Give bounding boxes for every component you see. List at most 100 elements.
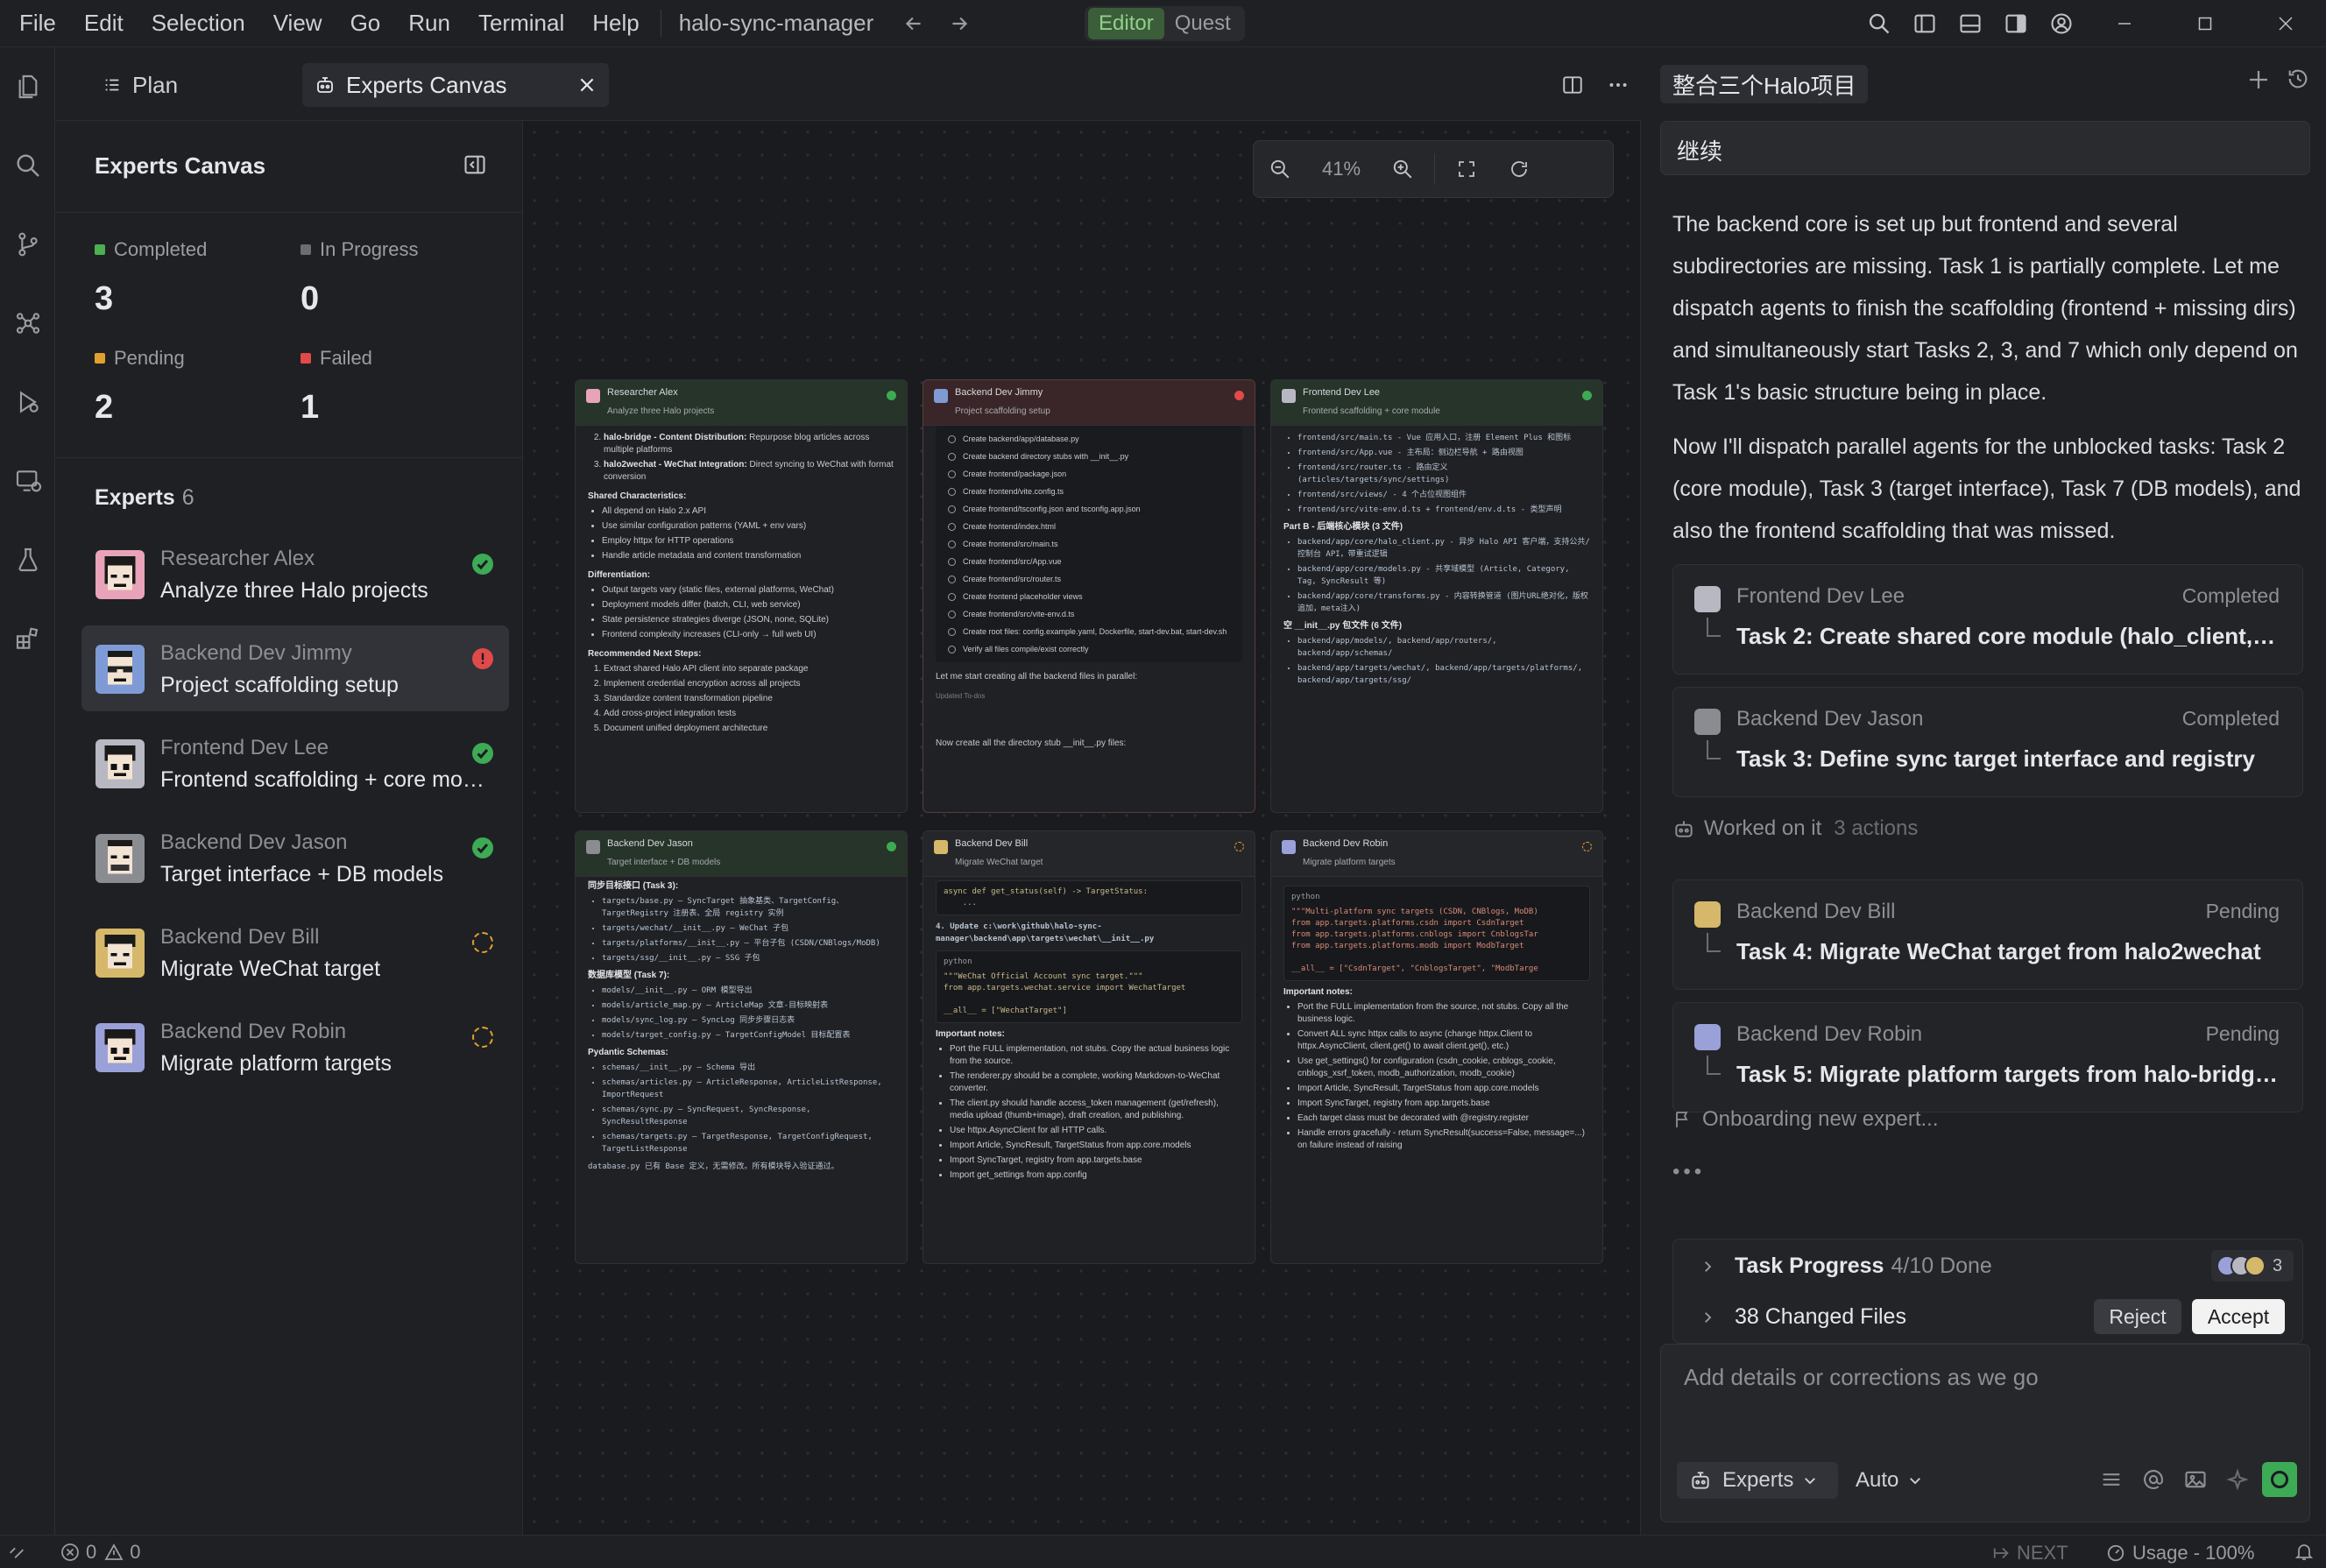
- search-icon[interactable]: [0, 126, 55, 205]
- list-item: Add cross-project integration tests: [604, 708, 894, 720]
- experts-canvas[interactable]: [523, 121, 1641, 1535]
- list-item: backend/app/targets/wechat/, backend/app…: [1297, 662, 1590, 687]
- zoom-out-icon[interactable]: [1254, 140, 1306, 198]
- image-upload-icon[interactable]: [2183, 1467, 2208, 1492]
- split-editor-icon[interactable]: [1550, 63, 1595, 107]
- reject-button[interactable]: Reject: [2094, 1299, 2181, 1334]
- avatar: [95, 1023, 145, 1072]
- context-list-icon[interactable]: [2099, 1467, 2124, 1492]
- list-item: Convert ALL sync httpx calls to async (c…: [1297, 1028, 1590, 1053]
- expert-card-jason[interactable]: Backend Dev Jason Target interface + DB …: [575, 830, 908, 1264]
- expert-item-jimmy[interactable]: Backend Dev Jimmy Project scaffolding se…: [81, 625, 509, 711]
- menu-edit[interactable]: Edit: [70, 10, 138, 37]
- back-arrow-icon[interactable]: [898, 8, 930, 39]
- task-card-bill[interactable]: Backend Dev Bill Pending Task 4: Migrate…: [1672, 879, 2303, 990]
- toggle-secondary-sidebar-icon[interactable]: [1993, 1, 2039, 46]
- stat-in-progress-value: 0: [300, 280, 320, 317]
- todo-item: Create root files: config.example.yaml, …: [948, 625, 1242, 638]
- mention-at-icon[interactable]: [2141, 1467, 2166, 1492]
- search-icon[interactable]: [1856, 1, 1902, 46]
- expert-card-robin[interactable]: Backend Dev Robin Migrate platform targe…: [1270, 830, 1603, 1264]
- remote-connection-icon[interactable]: [7, 1542, 26, 1561]
- history-icon[interactable]: [2286, 67, 2310, 91]
- expert-item-bill[interactable]: Backend Dev Bill Migrate WeChat target: [81, 909, 509, 995]
- changed-files-row[interactable]: 38 Changed Files: [1700, 1304, 1906, 1330]
- task-card-lee[interactable]: Frontend Dev Lee Completed Task 2: Creat…: [1672, 564, 2303, 675]
- menu-view[interactable]: View: [259, 10, 336, 37]
- collapse-panel-icon[interactable]: [463, 152, 487, 177]
- expert-item-lee[interactable]: Frontend Dev Lee Frontend scaffolding + …: [81, 720, 509, 806]
- task-card-jason[interactable]: Backend Dev Jason Completed Task 3: Defi…: [1672, 687, 2303, 797]
- forward-arrow-icon[interactable]: [944, 8, 975, 39]
- model-auto-dropdown[interactable]: Auto: [1849, 1462, 1936, 1499]
- chat-input-box[interactable]: Add details or corrections as we go Expe…: [1660, 1344, 2310, 1522]
- list-item: targets/ssg/__init__.py — SSG 子包: [602, 952, 894, 964]
- remote-explorer-icon[interactable]: [0, 441, 55, 520]
- list-item: models/sync_log.py — SyncLog 同步步骤日志表: [602, 1014, 894, 1027]
- toggle-sidebar-icon[interactable]: [1902, 1, 1948, 46]
- editor-mode-button[interactable]: Editor: [1088, 8, 1164, 39]
- expert-task: Migrate WeChat target: [160, 957, 381, 981]
- run-debug-icon[interactable]: [0, 363, 55, 441]
- tab-experts-canvas[interactable]: Experts Canvas: [302, 63, 609, 107]
- updated-todos-note: Updated To-dos: [936, 692, 986, 700]
- expert-item-jason[interactable]: Backend Dev Jason Target interface + DB …: [81, 815, 509, 901]
- status-bar: 0 0 NEXT Usage - 100%: [0, 1535, 2326, 1568]
- menu-terminal[interactable]: Terminal: [464, 10, 578, 37]
- tab-plan[interactable]: Plan: [90, 63, 190, 107]
- menu-help[interactable]: Help: [578, 10, 653, 37]
- onboarding-label: Onboarding new expert...: [1702, 1107, 1939, 1131]
- expert-item-robin[interactable]: Backend Dev Robin Migrate platform targe…: [81, 1004, 509, 1090]
- experts-mode-dropdown[interactable]: Experts: [1677, 1462, 1838, 1499]
- toggle-panel-icon[interactable]: [1948, 1, 1993, 46]
- zoom-in-icon[interactable]: [1376, 140, 1429, 198]
- explorer-icon[interactable]: [0, 47, 55, 126]
- expert-task: Frontend scaffolding + core modules: [160, 767, 484, 792]
- list-item: frontend/src/vite-env.d.ts + frontend/en…: [1297, 504, 1590, 516]
- expert-card-bill[interactable]: Backend Dev Bill Migrate WeChat target a…: [923, 830, 1255, 1264]
- close-tab-icon[interactable]: [577, 75, 597, 95]
- error-icon: [60, 1542, 81, 1563]
- next-indicator[interactable]: NEXT: [1992, 1542, 2068, 1564]
- task-progress-row[interactable]: Task Progress 4/10 Done: [1700, 1254, 1992, 1279]
- quest-mode-button[interactable]: Quest: [1164, 8, 1241, 39]
- menu-selection[interactable]: Selection: [138, 10, 259, 37]
- account-icon[interactable]: [2039, 1, 2084, 46]
- source-control-icon[interactable]: [0, 205, 55, 284]
- expert-card-lee[interactable]: Frontend Dev Lee Frontend scaffolding + …: [1270, 379, 1603, 813]
- task-card-robin[interactable]: Backend Dev Robin Pending Task 5: Migrat…: [1672, 1002, 2303, 1112]
- menu-file[interactable]: File: [5, 10, 70, 37]
- expert-avatar-stack[interactable]: 3: [2211, 1250, 2294, 1282]
- menu-go[interactable]: Go: [336, 10, 395, 37]
- new-chat-icon[interactable]: [2245, 67, 2272, 93]
- maximize-icon[interactable]: [2165, 0, 2245, 47]
- avatar: [1694, 709, 1721, 735]
- problems-indicator[interactable]: 0 0: [60, 1541, 141, 1564]
- minimize-icon[interactable]: [2084, 0, 2165, 47]
- testing-flask-icon[interactable]: [0, 520, 55, 599]
- refresh-icon[interactable]: [1493, 140, 1545, 198]
- sparkle-enhance-icon[interactable]: [2225, 1467, 2250, 1492]
- list-item: The client.py should handle access_token…: [950, 1098, 1242, 1122]
- pending-spinner-icon: [472, 1027, 493, 1048]
- section-heading: Shared Characteristics:: [588, 491, 687, 501]
- usage-indicator[interactable]: Usage - 100%: [2106, 1542, 2254, 1564]
- more-actions-icon[interactable]: [1595, 63, 1641, 107]
- accept-button[interactable]: Accept: [2192, 1299, 2285, 1334]
- expert-card-jimmy[interactable]: Backend Dev Jimmy Project scaffolding se…: [923, 379, 1255, 813]
- close-window-icon[interactable]: [2245, 0, 2326, 47]
- stop-generation-button[interactable]: [2262, 1462, 2297, 1497]
- notifications-bell-icon[interactable]: [2294, 1541, 2315, 1562]
- list-item: Implement credential encryption across a…: [604, 678, 894, 690]
- menu-run[interactable]: Run: [394, 10, 464, 37]
- onboarding-row: Onboarding new expert...: [1672, 1107, 1939, 1132]
- experts-network-icon[interactable]: [0, 284, 55, 363]
- extensions-icon[interactable]: [0, 599, 55, 678]
- task-progress-value: 4/10 Done: [1891, 1254, 1992, 1278]
- code-text: """Multi-platform sync targets (CSDN, CN…: [1291, 908, 1538, 973]
- fit-screen-icon[interactable]: [1440, 140, 1493, 198]
- worked-on-it-row[interactable]: Worked on it 3 actions: [1672, 816, 1918, 841]
- expert-card-alex[interactable]: Researcher Alex Analyze three Halo proje…: [575, 379, 908, 813]
- message-text: database.py 已有 Base 定义，无需修改。所有模块导入验证通过。: [588, 1162, 839, 1171]
- expert-item-alex[interactable]: Researcher Alex Analyze three Halo proje…: [81, 531, 509, 617]
